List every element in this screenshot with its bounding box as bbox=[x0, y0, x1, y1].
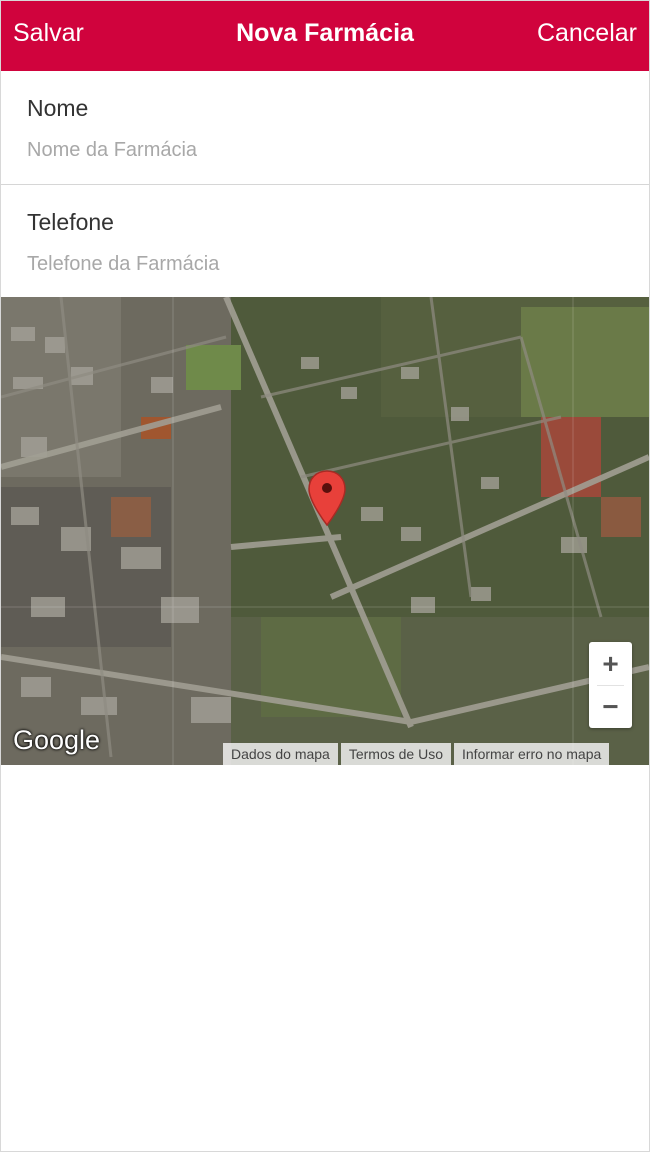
map-pin-icon[interactable] bbox=[307, 469, 347, 527]
name-field-group: Nome bbox=[1, 71, 649, 185]
cancel-button[interactable]: Cancelar bbox=[537, 19, 637, 48]
name-label: Nome bbox=[27, 95, 89, 121]
phone-input[interactable] bbox=[27, 247, 607, 281]
terms-of-use-link[interactable]: Termos de Uso bbox=[340, 743, 451, 765]
zoom-in-button[interactable]: + bbox=[589, 642, 632, 685]
report-map-error-link[interactable]: Informar erro no mapa bbox=[454, 743, 610, 765]
phone-field-group: Telefone bbox=[1, 185, 649, 297]
name-input[interactable] bbox=[27, 133, 607, 167]
map-attribution-bar: Dados do mapa Termos de Uso Informar err… bbox=[223, 743, 610, 765]
map-data-link[interactable]: Dados do mapa bbox=[223, 743, 338, 765]
zoom-controls: + − bbox=[589, 642, 632, 728]
phone-label: Telefone bbox=[27, 209, 114, 235]
google-logo: Google bbox=[13, 725, 101, 755]
app-frame: Salvar Nova Farmácia Cancelar Nome Telef… bbox=[0, 0, 650, 1152]
zoom-out-button[interactable]: − bbox=[589, 685, 632, 728]
navigation-bar: Salvar Nova Farmácia Cancelar bbox=[1, 1, 649, 71]
satellite-map-image[interactable] bbox=[1, 297, 649, 765]
map-view[interactable]: + − Google Dados do mapa Termos de Uso I… bbox=[1, 297, 649, 765]
empty-content-area bbox=[1, 765, 649, 1151]
